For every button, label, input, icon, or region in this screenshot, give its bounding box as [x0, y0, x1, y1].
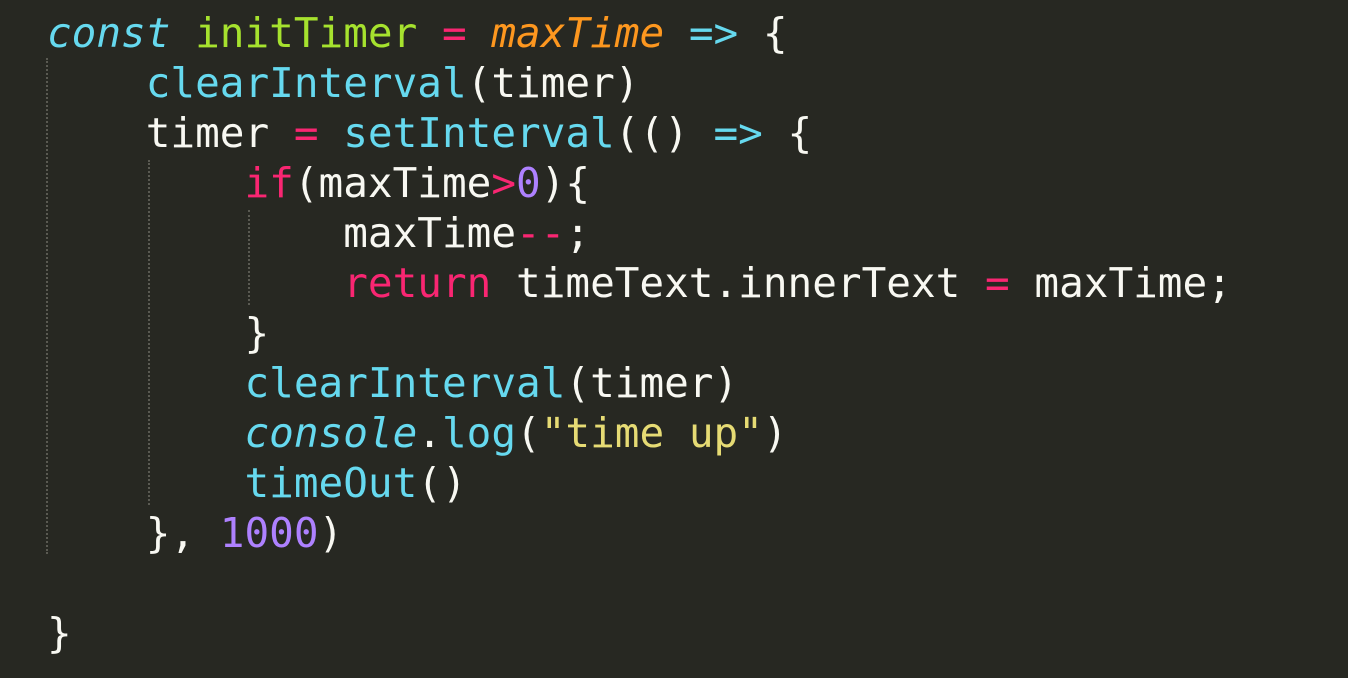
code-token: (timer)	[466, 59, 640, 107]
code-token: =	[985, 259, 1010, 307]
code-token: >	[491, 159, 517, 207]
code-token: (	[516, 409, 541, 457]
code-token: timeOut	[244, 459, 418, 507]
code-token: "time up"	[540, 409, 763, 457]
code-token: --	[516, 209, 566, 257]
code-line: console.log("time up")	[47, 408, 788, 458]
code-token: console	[244, 409, 418, 457]
code-token: (()	[614, 109, 714, 157]
code-token: setInterval	[343, 109, 615, 157]
code-token: if	[244, 159, 294, 207]
code-token: )	[318, 509, 344, 557]
code-token: .	[417, 409, 442, 457]
code-token: ()	[417, 459, 467, 507]
code-token: },	[47, 509, 220, 557]
code-line: maxTime--;	[47, 208, 590, 258]
code-line: return timeText.innerText = maxTime;	[47, 258, 1232, 308]
code-token: timeText.innerText	[491, 259, 986, 307]
code-line: if(maxTime>0){	[47, 158, 590, 208]
code-line: clearInterval(timer)	[47, 358, 738, 408]
code-line: }	[47, 608, 72, 658]
code-editor[interactable]: const initTimer = maxTime => { clearInte…	[0, 0, 1348, 678]
code-token: =>	[688, 9, 739, 57]
code-token: initTimer	[195, 9, 418, 57]
code-line: }, 1000)	[47, 508, 344, 558]
code-token: )	[762, 409, 788, 457]
code-token: }	[47, 609, 72, 657]
code-token: =>	[713, 109, 763, 157]
code-token: maxTime;	[1009, 259, 1232, 307]
code-token: log	[441, 409, 517, 457]
code-token: const	[47, 9, 171, 57]
code-token: return	[343, 259, 492, 307]
code-token: ){	[540, 159, 591, 207]
code-token: =	[441, 9, 467, 57]
code-token: }	[47, 309, 270, 357]
code-token: =	[293, 109, 319, 157]
code-line: const initTimer = maxTime => {	[47, 8, 788, 58]
code-token: (timer)	[565, 359, 739, 407]
code-token: clearInterval	[145, 59, 467, 107]
code-line: }	[47, 308, 269, 358]
code-token: 0	[516, 159, 541, 207]
code-token: timer	[47, 109, 294, 157]
code-token: clearInterval	[244, 359, 566, 407]
code-token: maxTime	[491, 9, 665, 57]
code-token: ;	[565, 209, 591, 257]
code-token: {	[762, 109, 813, 157]
code-line: clearInterval(timer)	[47, 58, 640, 108]
code-line: timeOut()	[47, 458, 467, 508]
code-line: timer = setInterval(() => {	[47, 108, 813, 158]
code-token: 1000	[219, 509, 319, 557]
code-token: (maxTime	[293, 159, 492, 207]
code-token: {	[738, 9, 788, 57]
code-token: maxTime	[47, 209, 516, 257]
